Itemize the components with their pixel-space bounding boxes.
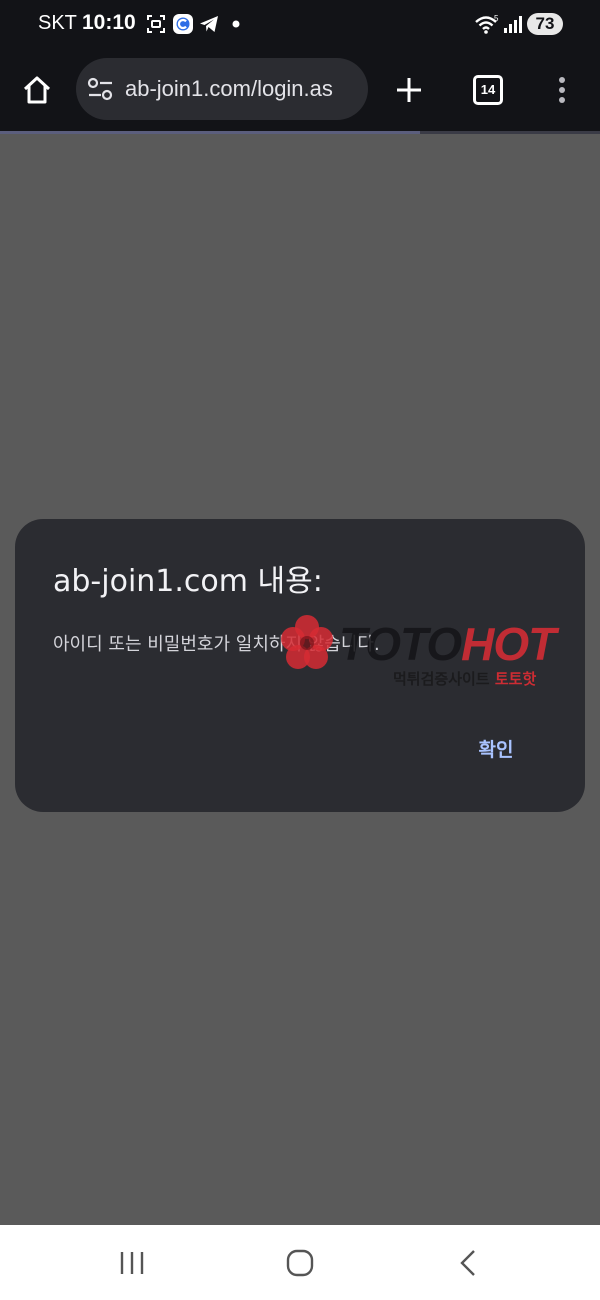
- watermark-brand-part2: HOT: [461, 618, 556, 670]
- watermark-logo: [281, 615, 333, 669]
- navigation-bar: [0, 1225, 600, 1300]
- browser-toolbar: ab-join1.com/login.as 14: [0, 50, 600, 133]
- site-settings-icon[interactable]: [87, 76, 115, 102]
- back-icon: [460, 1250, 475, 1276]
- home-nav-button[interactable]: [278, 1243, 322, 1283]
- dialog-ok-button[interactable]: 확인: [460, 733, 532, 767]
- page-load-progress: [0, 131, 600, 134]
- home-button[interactable]: [14, 67, 60, 113]
- new-tab-icon: [397, 78, 421, 102]
- new-tab-button[interactable]: [386, 67, 432, 113]
- menu-button[interactable]: [546, 67, 578, 113]
- recent-apps-icon: [120, 1252, 144, 1274]
- battery-indicator: 73: [527, 13, 563, 35]
- url-text[interactable]: ab-join1.com/login.as: [125, 76, 333, 102]
- watermark-tagline: 먹튀검증사이트 토토핫: [393, 668, 536, 689]
- status-time: 10:10: [82, 11, 136, 34]
- address-bar[interactable]: ab-join1.com/login.as: [76, 58, 368, 120]
- carrier-label: SKT: [38, 12, 77, 34]
- watermark-brand-part1: TOTO: [339, 618, 462, 670]
- back-button[interactable]: [446, 1243, 490, 1283]
- watermark-tagline-part2: 토토핫: [494, 670, 537, 688]
- svg-text:5: 5: [494, 14, 499, 23]
- home-icon: [23, 76, 51, 104]
- dot-icon: [232, 20, 240, 28]
- recent-apps-button[interactable]: [110, 1243, 154, 1283]
- signal-icon: [504, 16, 522, 33]
- wifi-icon: 5: [475, 14, 499, 34]
- watermark-brand: TOTOHOT: [339, 617, 556, 671]
- screenshot-icon: [147, 15, 165, 33]
- telegram-icon: [200, 16, 218, 32]
- dialog-title: ab-join1.com 내용:: [53, 564, 323, 599]
- menu-icon: [559, 77, 565, 103]
- status-bar: SKT 10:10 5 73: [0, 0, 600, 50]
- browser-chrome: SKT 10:10 5 73 ab-join1.com/login.as 14: [0, 0, 600, 133]
- tab-switcher-button[interactable]: 14: [473, 75, 503, 105]
- home-button-icon: [286, 1249, 314, 1277]
- watermark-tagline-part1: 먹튀검증사이트: [393, 670, 490, 688]
- c-app-icon: [173, 14, 193, 34]
- page-load-progress-fill: [0, 131, 420, 134]
